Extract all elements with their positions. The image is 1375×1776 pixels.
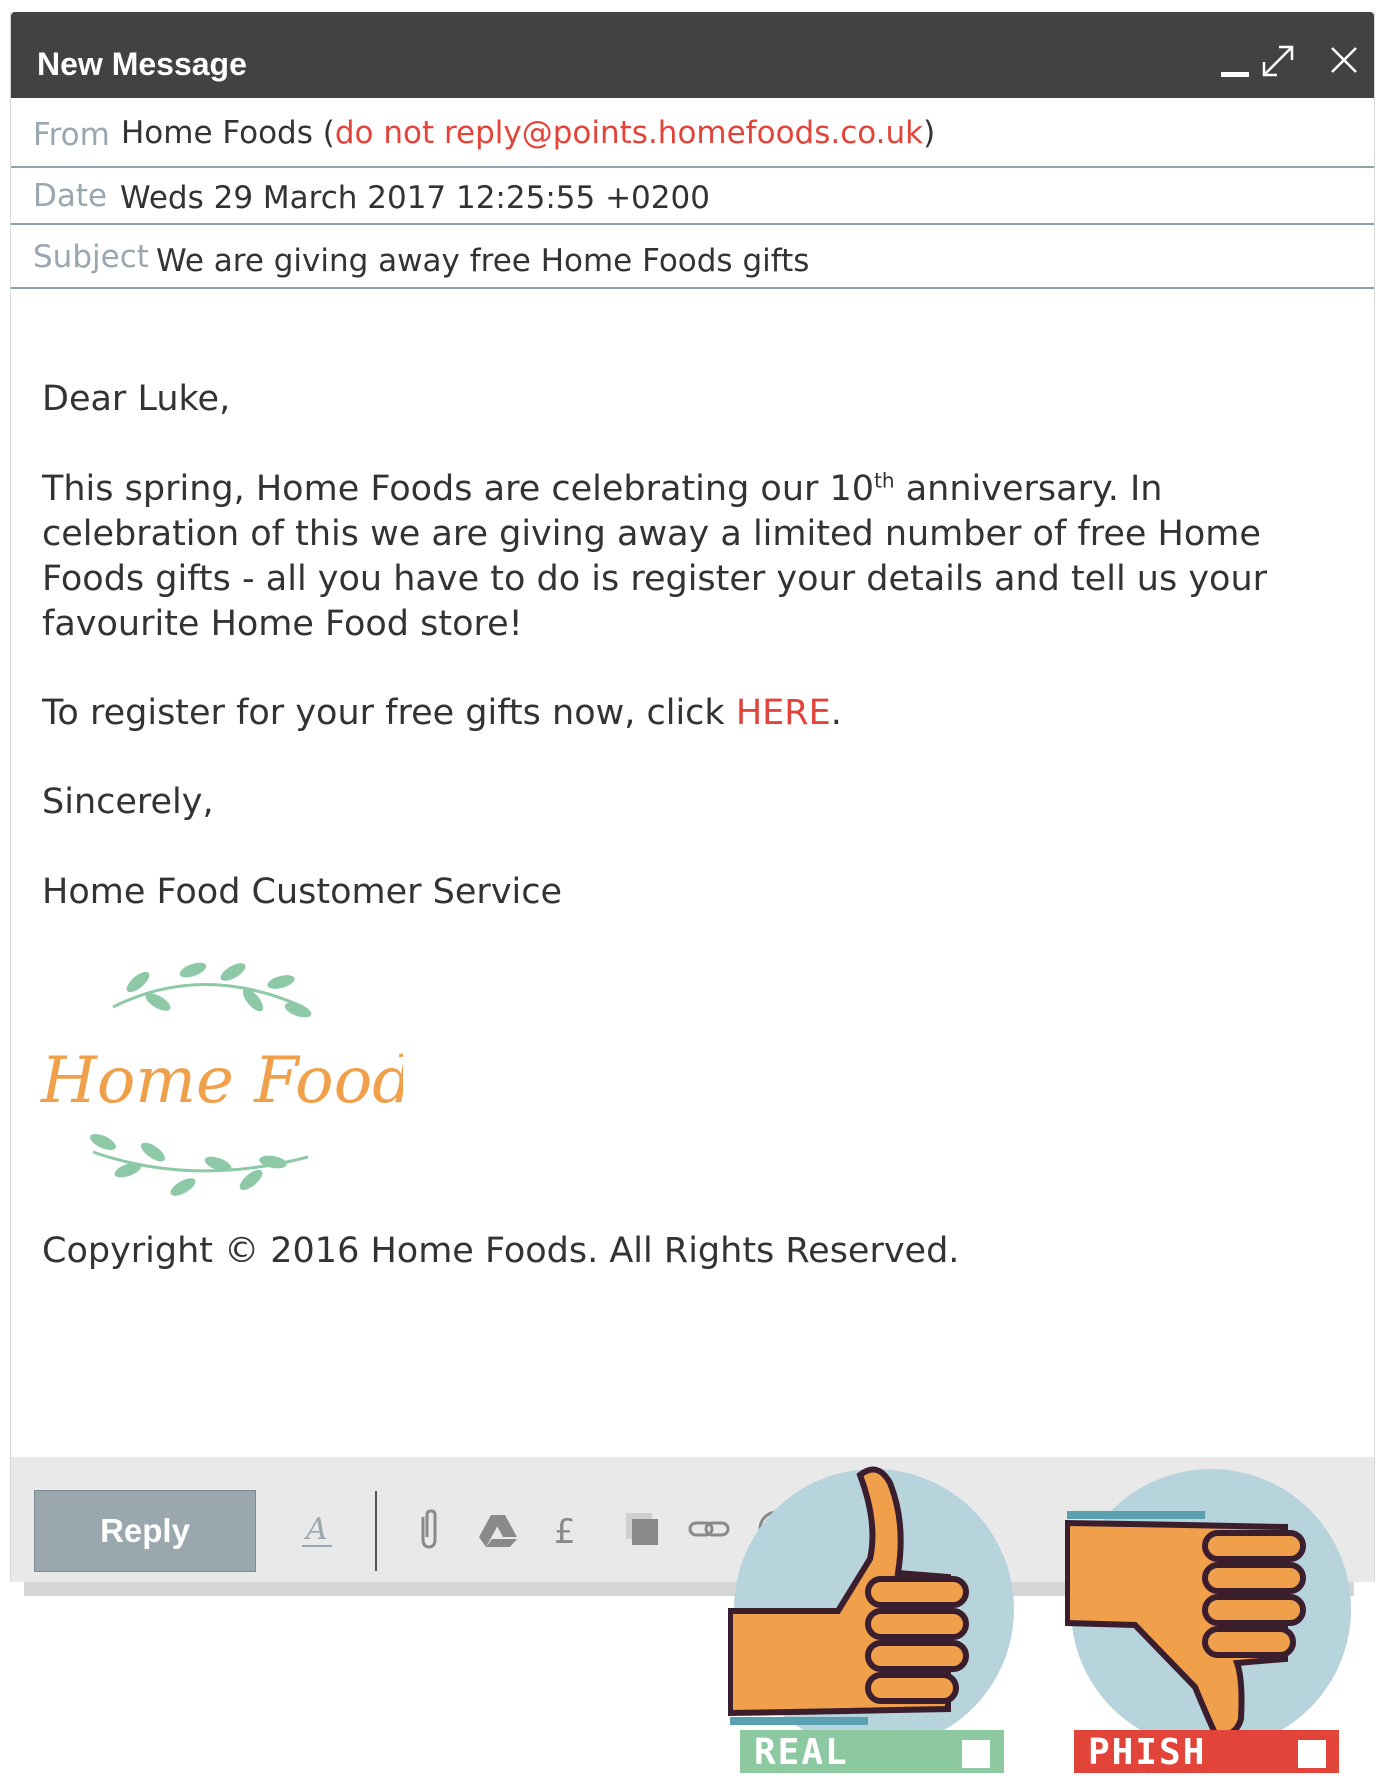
logo-text: Home Foods — [40, 1044, 403, 1118]
p1-superscript: th — [874, 468, 895, 493]
copy-icon[interactable] — [620, 1507, 664, 1551]
title-bar: New Message — [11, 12, 1374, 98]
thumbs-up-icon[interactable] — [728, 1463, 1020, 1743]
subject-value: We are giving away free Home Foods gifts — [156, 243, 810, 279]
phish-label: PHISH — [1088, 1732, 1207, 1773]
p2-text-a: To register for your free gifts now, cli… — [42, 693, 736, 733]
here-link[interactable]: HERE — [736, 693, 831, 733]
window-title: New Message — [37, 46, 247, 82]
thumbs-down-icon[interactable] — [1065, 1463, 1357, 1743]
drive-icon[interactable] — [476, 1507, 520, 1551]
subject-row: Subject We are giving away free Home Foo… — [11, 225, 1374, 289]
minimize-icon[interactable] — [1221, 72, 1249, 77]
compose-window: New Message From Home Foods (do not repl… — [10, 12, 1375, 1582]
date-row: Date Weds 29 March 2017 12:25:55 +0200 — [11, 168, 1374, 225]
real-label: REAL — [754, 1732, 849, 1773]
reply-button[interactable]: Reply — [34, 1490, 256, 1572]
closing: Sincerely, — [42, 782, 214, 822]
sender-email: do not reply@points.homefoods.co.uk — [334, 115, 924, 151]
text-format-icon[interactable]: A — [296, 1507, 340, 1551]
phish-checkbox[interactable] — [1298, 1740, 1326, 1768]
from-value: Home Foods (do not reply@points.homefood… — [121, 115, 935, 151]
body-paragraph-1: This spring, Home Foods are celebrating … — [42, 467, 1332, 647]
from-label: From — [33, 117, 110, 153]
svg-text:£: £ — [554, 1512, 576, 1551]
pound-icon[interactable]: £ — [546, 1507, 590, 1551]
phish-button[interactable]: PHISH — [1074, 1730, 1339, 1773]
toolbar-divider — [375, 1491, 377, 1571]
expand-icon[interactable] — [1261, 44, 1295, 78]
real-checkbox[interactable] — [962, 1740, 990, 1768]
body-paragraph-2: To register for your free gifts now, cli… — [42, 691, 1332, 736]
p1-text-a: This spring, Home Foods are celebrating … — [42, 469, 875, 509]
copyright: Copyright © 2016 Home Foods. All Rights … — [42, 1231, 960, 1271]
greeting: Dear Luke, — [42, 379, 231, 419]
home-foods-logo: Home Foods — [40, 962, 403, 1196]
link-icon[interactable] — [687, 1507, 731, 1551]
paperclip-icon[interactable] — [407, 1507, 451, 1551]
signature: Home Food Customer Service — [42, 872, 563, 912]
sender-name: Home Foods ( — [121, 115, 335, 151]
svg-text:A: A — [303, 1512, 328, 1547]
subject-label: Subject — [33, 239, 149, 275]
date-label: Date — [33, 178, 108, 214]
from-row: From Home Foods (do not reply@points.hom… — [11, 98, 1374, 168]
date-value: Weds 29 March 2017 12:25:55 +0200 — [120, 180, 710, 216]
real-button[interactable]: REAL — [740, 1730, 1004, 1773]
p2-text-b: . — [830, 693, 842, 733]
close-icon[interactable] — [1329, 45, 1359, 75]
sender-close: ) — [923, 115, 936, 151]
